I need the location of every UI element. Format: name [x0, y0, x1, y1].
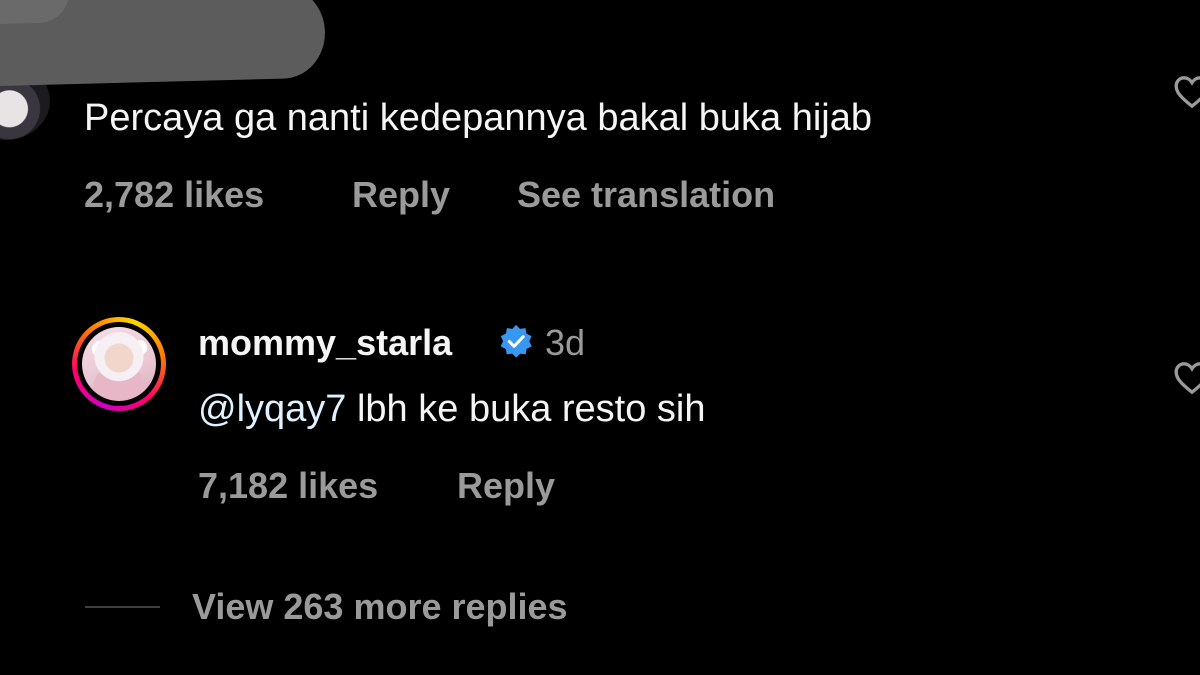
- comment-2-body: lbh ke buka resto sih: [346, 388, 706, 430]
- redacted-username: [0, 0, 327, 87]
- comment-2-text: @lyqay7 lbh ke buka resto sih: [198, 386, 706, 432]
- mention-link[interactable]: @lyqay7: [198, 388, 346, 430]
- view-more-replies-button[interactable]: View 263 more replies: [192, 586, 568, 628]
- comment-1-likes[interactable]: 2,782 likes: [84, 174, 264, 216]
- comment-1-text: Percaya ga nanti kedepannya bakal buka h…: [84, 97, 873, 139]
- comment-1-see-translation[interactable]: See translation: [517, 174, 775, 216]
- heart-outline-icon[interactable]: [1172, 72, 1200, 112]
- profile-photo: [82, 327, 156, 401]
- avatar-mommy-starla[interactable]: [72, 317, 166, 411]
- verified-badge-icon: [500, 324, 532, 358]
- comment-1-reply-button[interactable]: Reply: [352, 174, 450, 216]
- comment-2-timestamp: 3d: [545, 322, 586, 363]
- heart-outline-icon[interactable]: [1172, 358, 1200, 398]
- comment-2-username[interactable]: mommy_starla: [198, 322, 452, 364]
- replies-divider-line: [85, 606, 160, 608]
- comment-2-reply-button[interactable]: Reply: [457, 465, 555, 507]
- comments-screen: Percaya ga nanti kedepannya bakal buka h…: [0, 0, 1200, 675]
- comment-2-likes[interactable]: 7,182 likes: [198, 465, 378, 507]
